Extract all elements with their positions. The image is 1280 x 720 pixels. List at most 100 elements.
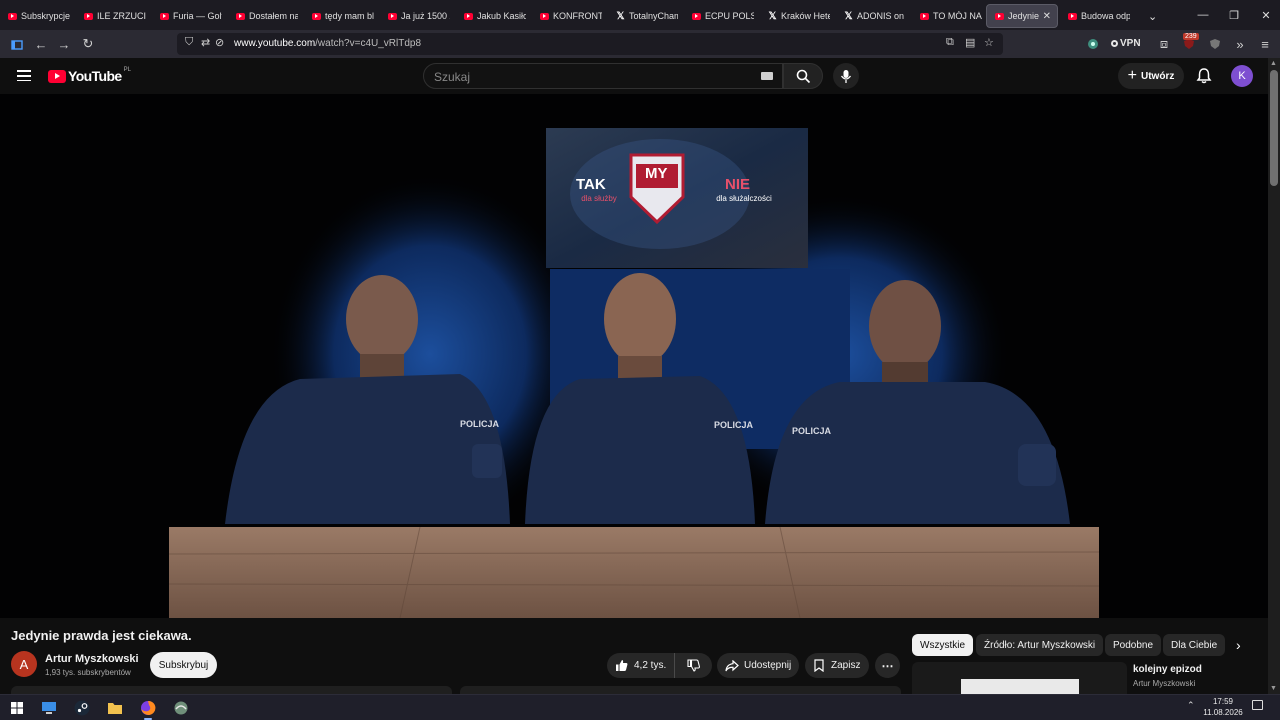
this-pc-icon[interactable] (40, 699, 58, 717)
youtube-icon (160, 12, 169, 20)
notifications-bell-icon[interactable] (1195, 67, 1213, 85)
youtube-logo[interactable]: YouTube PL (48, 67, 131, 84)
page-scrollbar[interactable]: ▲ ▼ (1268, 58, 1280, 694)
overflow-chevron-icon[interactable]: » (1228, 30, 1252, 58)
filter-chip[interactable]: Dla Ciebie (1163, 634, 1226, 656)
tab-active[interactable]: Jedynie pr ✕ (986, 4, 1058, 28)
tab-list-chevron-icon[interactable]: ⌄ (1140, 4, 1163, 28)
browser-tab[interactable]: 𝕏 TotalnyCham (608, 4, 684, 28)
tray-overflow-icon[interactable]: ⌃ (1187, 700, 1195, 711)
filter-chip[interactable]: Źródło: Artur Myszkowski (976, 634, 1104, 656)
chips-next-arrow-icon[interactable]: › (1236, 637, 1241, 653)
keyboard-icon[interactable] (761, 72, 773, 80)
comments-box[interactable] (460, 686, 901, 694)
browser-tab[interactable]: tędy mam bl (304, 4, 380, 28)
youtube-icon (692, 12, 701, 20)
dislike-button[interactable] (675, 659, 712, 672)
tab-label: Ja już 1500 z (401, 11, 450, 21)
more-actions-button[interactable]: ⋯ (875, 653, 900, 678)
system-clock[interactable]: 17:59 11.08.2026 (1200, 696, 1246, 718)
youtube-icon (8, 12, 17, 20)
file-explorer-icon[interactable] (106, 699, 124, 717)
shield-icon[interactable]: ⛉ (185, 36, 193, 49)
close-window-button[interactable]: ✕ (1250, 0, 1280, 30)
menu-icon[interactable]: ≡ (1253, 30, 1277, 58)
picture-in-picture-icon[interactable]: ⧉ (946, 36, 954, 49)
firefox-icon[interactable] (139, 699, 157, 720)
browser-tab[interactable]: 𝕏 Kraków Hete (760, 4, 836, 28)
browser-tab[interactable]: ILE ZRZUCIŁ (76, 4, 152, 28)
screen-tak-text: TAK (576, 176, 606, 193)
more-horizontal-icon: ⋯ (881, 658, 894, 673)
clock-time: 17:59 (1212, 697, 1234, 706)
browser-tab[interactable]: Budowa odp (1060, 4, 1136, 28)
browser-tab[interactable]: Furia — Golf (152, 4, 228, 28)
browser-tab[interactable]: Subskrypcje (0, 4, 76, 28)
tab-label: ADONIS on X (857, 11, 906, 21)
scrollbar-thumb[interactable] (1270, 70, 1278, 186)
tab-close-icon[interactable]: ✕ (1043, 11, 1051, 22)
vpn-icon (1111, 40, 1118, 47)
save-button[interactable]: Zapisz (805, 653, 869, 678)
screen-nie-sub: dla służalczości (716, 194, 772, 203)
youtube-icon (1068, 12, 1077, 20)
police-patch-left: POLICJA (460, 419, 500, 429)
guide-menu-icon[interactable] (17, 70, 31, 82)
app-icon[interactable] (172, 699, 190, 717)
bookmark-star-icon[interactable]: ☆ (984, 36, 994, 49)
browser-tab[interactable]: Jakub Kasiłov (456, 4, 532, 28)
privacy-extension-icon[interactable] (1203, 30, 1227, 58)
thumbnail-image (961, 679, 1079, 694)
share-button[interactable]: Udostępnij (717, 653, 799, 678)
forward-button[interactable]: → (52, 30, 76, 58)
youtube-icon (540, 12, 549, 20)
sidebar-toggle-icon[interactable] (5, 30, 29, 58)
account-avatar[interactable]: K (1231, 65, 1253, 87)
url-text[interactable]: www.youtube.com/watch?v=c4U_vRlTdp8 (234, 38, 421, 49)
filter-chip[interactable]: Podobne (1105, 634, 1162, 656)
extension-shield-icon[interactable] (1081, 30, 1105, 58)
address-bar[interactable]: ⛉ ⇄ ⊘ www.youtube.com/watch?v=c4U_vRlTdp… (177, 33, 1003, 55)
video-player[interactable]: MY TAK dla służby NIE dla służalczości P… (0, 94, 1268, 618)
youtube-icon (388, 12, 397, 20)
tab-label: Kraków Hete (781, 11, 830, 21)
browser-tab[interactable]: Ja już 1500 z (380, 4, 456, 28)
steam-icon[interactable] (73, 699, 91, 717)
search-input[interactable]: Szukaj (423, 63, 783, 89)
vpn-button[interactable]: VPN (1111, 38, 1141, 49)
browser-tab[interactable]: KONFRONTA (532, 4, 608, 28)
subscribe-button[interactable]: Subskrybuj (150, 652, 217, 678)
channel-name[interactable]: Artur Myszkowski (45, 653, 139, 665)
browser-tab[interactable]: Dostałem na (228, 4, 304, 28)
thumbs-down-icon (687, 659, 700, 672)
notification-blocked-icon[interactable]: ⊘ (215, 36, 224, 49)
filter-chip[interactable]: Wszystkie (912, 634, 973, 656)
voice-search-button[interactable] (833, 63, 859, 89)
browser-tab[interactable]: ECPU POLSKA (684, 4, 760, 28)
tab-label: Jakub Kasiłov (477, 11, 526, 21)
channel-avatar[interactable]: A (11, 651, 37, 677)
recommended-title[interactable]: kolejny epizod (1133, 664, 1202, 675)
extensions-puzzle-icon[interactable]: ⧈ (1152, 30, 1176, 58)
restore-button[interactable]: ❐ (1218, 0, 1250, 30)
minimize-button[interactable]: — (1187, 0, 1219, 30)
scroll-down-arrow-icon[interactable]: ▼ (1270, 685, 1277, 692)
scroll-up-arrow-icon[interactable]: ▲ (1270, 60, 1277, 67)
clock-date: 11.08.2026 (1203, 708, 1243, 717)
notification-center-icon[interactable] (1252, 700, 1263, 710)
reload-button[interactable]: ↻ (76, 30, 100, 58)
recommended-channel[interactable]: Artur Myszkowski (1133, 679, 1195, 688)
search-button[interactable] (783, 63, 823, 89)
recommended-thumbnail[interactable] (912, 662, 1127, 694)
x-icon: 𝕏 (844, 10, 853, 22)
browser-tab[interactable]: 𝕏 ADONIS on X (836, 4, 912, 28)
tab-label: ILE ZRZUCIŁ (97, 11, 146, 21)
permissions-icon[interactable]: ⇄ (201, 36, 210, 49)
windows-start-icon[interactable] (8, 699, 26, 717)
description-box[interactable] (11, 686, 452, 694)
back-button[interactable]: ← (29, 30, 53, 58)
browser-tab[interactable]: TO MÓJ NAJ (912, 4, 988, 28)
like-button[interactable]: 4,2 tys. (607, 653, 675, 678)
create-button[interactable]: + Utwórz (1118, 63, 1184, 89)
reader-view-icon[interactable]: ▤ (965, 36, 975, 49)
